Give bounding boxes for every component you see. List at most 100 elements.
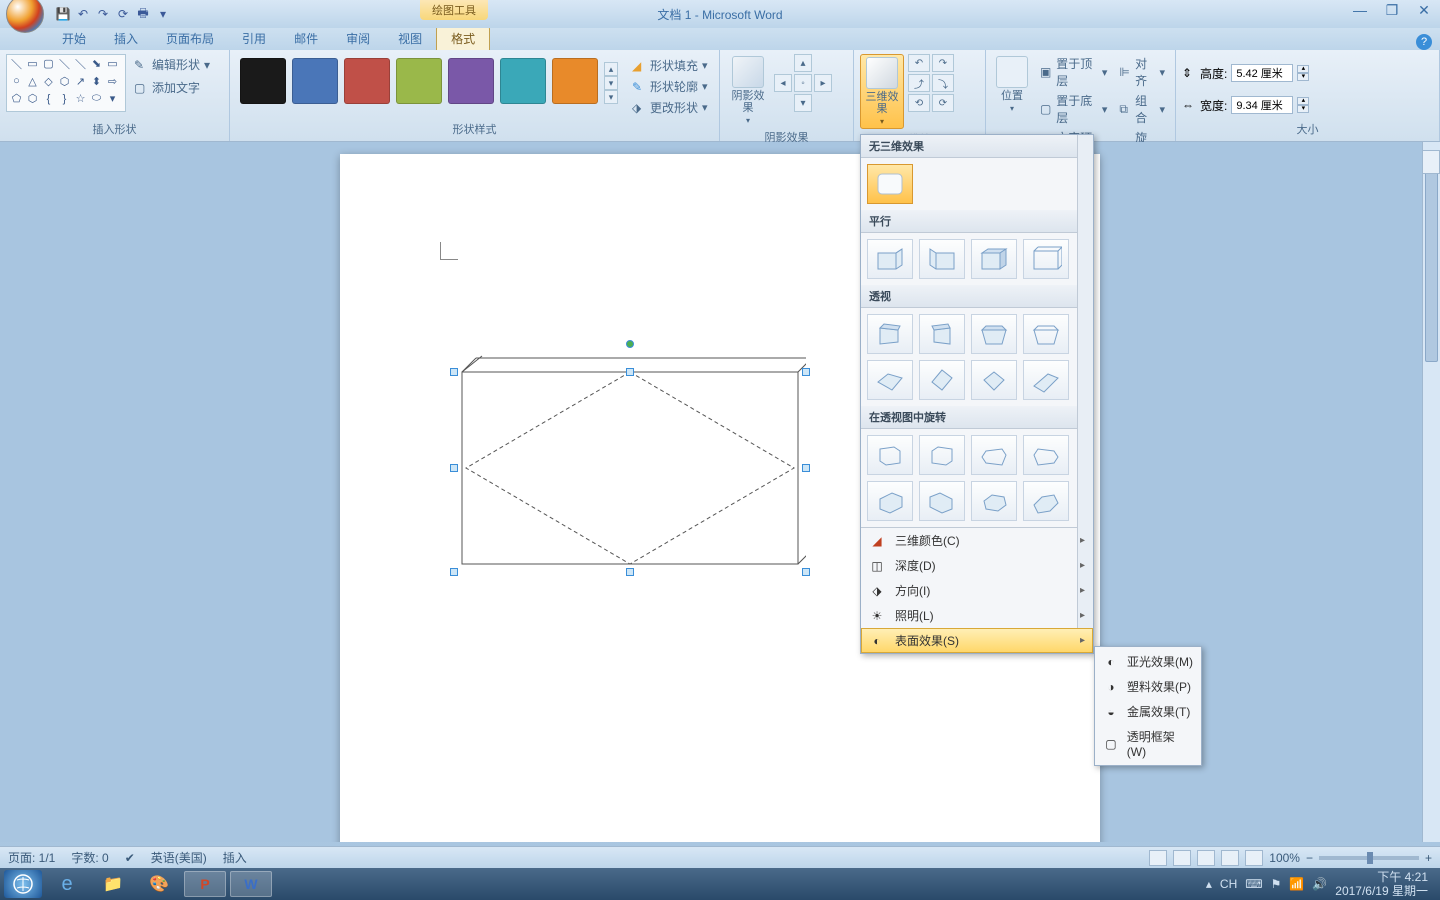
3d-preset[interactable] <box>919 481 965 521</box>
surface-plastic[interactable]: ◑塑料效果(P) <box>1097 674 1199 699</box>
height-spinner[interactable]: ▴▾ <box>1297 65 1309 81</box>
resize-handle[interactable] <box>626 568 634 576</box>
tray-flag-icon[interactable]: ⚑ <box>1271 877 1282 891</box>
tab-view[interactable]: 视图 <box>384 27 436 50</box>
nudge-up[interactable]: ▴ <box>794 54 812 72</box>
tray-keyboard-icon[interactable]: ⌨ <box>1245 877 1262 891</box>
bring-front-button[interactable]: ▣置于顶层 ▾ <box>1036 54 1111 90</box>
width-input[interactable] <box>1231 96 1293 114</box>
tab-references[interactable]: 引用 <box>228 27 280 50</box>
nudge-center[interactable]: ◦ <box>794 74 812 92</box>
help-icon[interactable]: ? <box>1416 34 1432 50</box>
taskbar-app1[interactable]: 🎨 <box>138 871 180 897</box>
style-swatch[interactable] <box>240 58 286 104</box>
3d-preset[interactable] <box>867 360 913 400</box>
style-swatch[interactable] <box>448 58 494 104</box>
status-words[interactable]: 字数: 0 <box>71 849 108 866</box>
taskbar-powerpoint[interactable]: P <box>184 871 226 897</box>
tilt-down[interactable]: ⤵ <box>932 74 954 92</box>
qat-more-icon[interactable]: ▾ <box>154 5 172 23</box>
menu-3d-surface[interactable]: ◐表面效果(S)▸ <box>861 628 1093 653</box>
3d-preset[interactable] <box>1023 239 1069 279</box>
object-browser-icon[interactable] <box>1422 150 1440 174</box>
tab-review[interactable]: 审阅 <box>332 27 384 50</box>
style-gallery[interactable]: ▴▾▾ <box>236 54 624 112</box>
clock[interactable]: 下午 4:21 2017/6/19 星期一 <box>1335 870 1428 899</box>
menu-3d-lighting[interactable]: ☀照明(L)▸ <box>861 603 1093 628</box>
view-outline[interactable] <box>1221 850 1239 866</box>
rotation-handle[interactable] <box>626 340 634 348</box>
nudge-left[interactable]: ◂ <box>774 74 792 92</box>
tab-home[interactable]: 开始 <box>48 27 100 50</box>
tray-expand-icon[interactable]: ▴ <box>1206 877 1212 891</box>
nudge-down[interactable]: ▾ <box>794 94 812 112</box>
tray-volume-icon[interactable]: 🔊 <box>1312 877 1327 891</box>
tilt-right[interactable]: ↷ <box>932 54 954 72</box>
tilt-cw[interactable]: ⟳ <box>932 94 954 112</box>
undo-icon[interactable]: ↶ <box>74 5 92 23</box>
resize-handle[interactable] <box>802 368 810 376</box>
tab-insert[interactable]: 插入 <box>100 27 152 50</box>
style-swatch[interactable] <box>344 58 390 104</box>
3d-effects-button[interactable]: 三维效果 ▾ <box>860 54 904 129</box>
3d-preset[interactable] <box>971 360 1017 400</box>
shapes-gallery[interactable]: ＼▭▢＼＼⬊▭ ○△◇⬡↗⬍⇨ ⬠⬡{}☆⬭▾ <box>6 54 126 112</box>
3d-preset[interactable] <box>919 314 965 354</box>
3d-preset[interactable] <box>1023 481 1069 521</box>
3d-preset[interactable] <box>867 435 913 475</box>
close-button[interactable]: ✕ <box>1412 2 1436 19</box>
shape-fill-button[interactable]: ◢形状填充 ▾ <box>628 56 712 75</box>
tilt-up[interactable]: ⤴ <box>908 74 930 92</box>
3d-preset[interactable] <box>1023 314 1069 354</box>
shape-outline-button[interactable]: ✎形状轮廓 ▾ <box>628 77 712 96</box>
3d-preset[interactable] <box>919 239 965 279</box>
shadow-effects-button[interactable]: 阴影效果 ▾ <box>726 54 770 127</box>
selected-shape[interactable] <box>454 354 806 572</box>
3d-preset[interactable] <box>971 435 1017 475</box>
3d-preset[interactable] <box>919 435 965 475</box>
tab-format[interactable]: 格式 <box>436 26 490 50</box>
3d-preset[interactable] <box>919 360 965 400</box>
menu-3d-depth[interactable]: ◫深度(D)▸ <box>861 553 1093 578</box>
view-web-layout[interactable] <box>1197 850 1215 866</box>
style-swatch[interactable] <box>500 58 546 104</box>
surface-wireframe[interactable]: ▢透明框架(W) <box>1097 724 1199 763</box>
ime-indicator[interactable]: CH <box>1220 877 1237 891</box>
height-input[interactable] <box>1231 64 1293 82</box>
tilt-left[interactable]: ↶ <box>908 54 930 72</box>
3d-preset[interactable] <box>1023 360 1069 400</box>
style-swatch[interactable] <box>552 58 598 104</box>
tab-page-layout[interactable]: 页面布局 <box>152 27 228 50</box>
3d-preset[interactable] <box>867 481 913 521</box>
add-text-button[interactable]: ▢添加文字 <box>130 77 214 98</box>
resize-handle[interactable] <box>450 464 458 472</box>
view-full-screen[interactable] <box>1173 850 1191 866</box>
minimize-button[interactable]: — <box>1348 2 1372 19</box>
status-mode[interactable]: 插入 <box>223 849 247 866</box>
3d-preset[interactable] <box>971 314 1017 354</box>
group-button[interactable]: ⧉组合 ▾ <box>1115 91 1169 127</box>
position-button[interactable]: 位置 ▾ <box>992 54 1032 115</box>
taskbar-word[interactable]: W <box>230 871 272 897</box>
scrollbar-thumb[interactable] <box>1425 162 1438 362</box>
style-swatch[interactable] <box>292 58 338 104</box>
zoom-in-icon[interactable]: + <box>1425 851 1432 865</box>
surface-metal[interactable]: ◒金属效果(T) <box>1097 699 1199 724</box>
start-button[interactable] <box>4 870 42 898</box>
status-page[interactable]: 页面: 1/1 <box>8 849 55 866</box>
nudge-right[interactable]: ▸ <box>814 74 832 92</box>
menu-3d-direction[interactable]: ⬗方向(I)▸ <box>861 578 1093 603</box>
3d-preset-none[interactable] <box>867 164 913 204</box>
redo-icon[interactable]: ↷ <box>94 5 112 23</box>
edit-shape-button[interactable]: ✎编辑形状 ▾ <box>130 54 214 75</box>
maximize-button[interactable]: ❐ <box>1380 2 1404 19</box>
resize-handle[interactable] <box>802 568 810 576</box>
3d-preset[interactable] <box>971 481 1017 521</box>
tab-mailings[interactable]: 邮件 <box>280 27 332 50</box>
taskbar-ie[interactable]: e <box>46 871 88 897</box>
3d-preset[interactable] <box>1023 435 1069 475</box>
style-swatch[interactable] <box>396 58 442 104</box>
quickprint-icon[interactable]: 🖶 <box>134 5 152 23</box>
view-draft[interactable] <box>1245 850 1263 866</box>
resize-handle[interactable] <box>802 464 810 472</box>
